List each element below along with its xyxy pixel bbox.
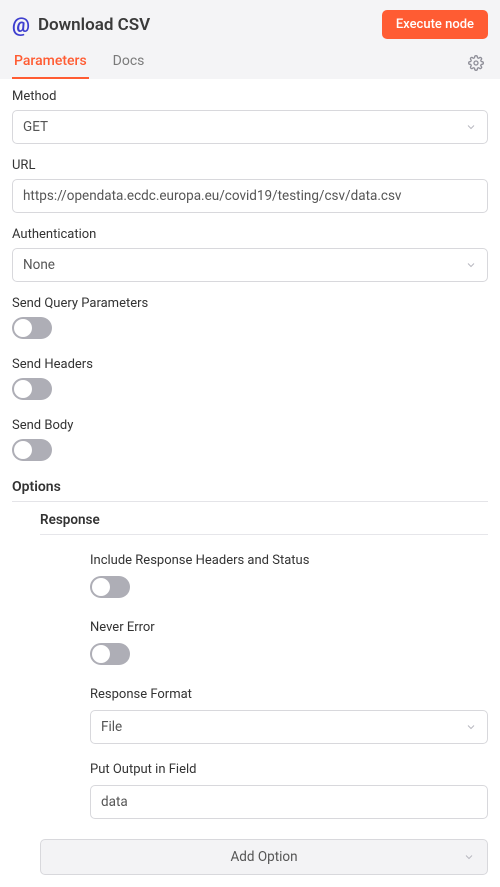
auth-select[interactable]: None	[12, 248, 488, 282]
chevron-down-icon	[465, 721, 477, 733]
add-option-button[interactable]: Add Option	[40, 839, 488, 875]
never-error-toggle[interactable]	[90, 643, 130, 665]
send-body-toggle[interactable]	[12, 439, 52, 461]
tab-parameters[interactable]: Parameters	[12, 47, 89, 79]
title-wrap: @ Download CSV	[12, 13, 150, 37]
include-headers-field: Include Response Headers and Status	[90, 553, 488, 602]
method-label: Method	[12, 89, 488, 104]
send-query-field: Send Query Parameters	[12, 296, 488, 343]
response-inner: Include Response Headers and Status Neve…	[40, 553, 488, 819]
method-select[interactable]: GET	[12, 110, 488, 144]
send-body-label: Send Body	[12, 418, 488, 433]
auth-field: Authentication None	[12, 227, 488, 282]
include-headers-toggle[interactable]	[90, 576, 130, 598]
auth-value: None	[23, 257, 55, 273]
options-section-label: Options	[12, 479, 488, 502]
chevron-down-icon	[463, 851, 475, 863]
node-title: Download CSV	[38, 15, 150, 35]
response-title: Response	[40, 512, 488, 535]
include-headers-label: Include Response Headers and Status	[90, 553, 488, 568]
response-format-value: File	[101, 719, 122, 735]
send-headers-field: Send Headers	[12, 357, 488, 404]
never-error-label: Never Error	[90, 620, 488, 635]
node-type-icon: @	[12, 13, 30, 37]
url-input[interactable]	[12, 179, 488, 213]
never-error-field: Never Error	[90, 620, 488, 669]
tabs-row: Parameters Docs	[12, 47, 488, 79]
output-field-label: Put Output in Field	[90, 762, 488, 777]
send-query-toggle[interactable]	[12, 317, 52, 339]
method-field: Method GET	[12, 89, 488, 144]
execute-node-button[interactable]: Execute node	[382, 10, 488, 39]
tab-docs[interactable]: Docs	[111, 47, 147, 79]
header-top: @ Download CSV Execute node	[12, 10, 488, 47]
chevron-down-icon	[465, 259, 477, 271]
send-body-field: Send Body	[12, 418, 488, 465]
send-headers-label: Send Headers	[12, 357, 488, 372]
response-format-select[interactable]: File	[90, 710, 488, 744]
response-format-label: Response Format	[90, 687, 488, 702]
method-value: GET	[23, 119, 48, 135]
parameters-panel: Method GET URL Authentication None Send …	[0, 79, 500, 887]
chevron-down-icon	[465, 121, 477, 133]
response-block: Response Include Response Headers and St…	[12, 512, 488, 819]
response-format-field: Response Format File	[90, 687, 488, 744]
send-headers-toggle[interactable]	[12, 378, 52, 400]
tabs: Parameters Docs	[12, 47, 146, 79]
settings-gear-icon[interactable]	[464, 51, 488, 75]
auth-label: Authentication	[12, 227, 488, 242]
output-field-wrap: Put Output in Field	[90, 762, 488, 819]
header-bar: @ Download CSV Execute node Parameters D…	[0, 0, 500, 79]
url-label: URL	[12, 158, 488, 173]
add-option-label: Add Option	[230, 849, 297, 865]
url-field-wrap: URL	[12, 158, 488, 213]
send-query-label: Send Query Parameters	[12, 296, 488, 311]
output-field-input[interactable]	[90, 785, 488, 819]
